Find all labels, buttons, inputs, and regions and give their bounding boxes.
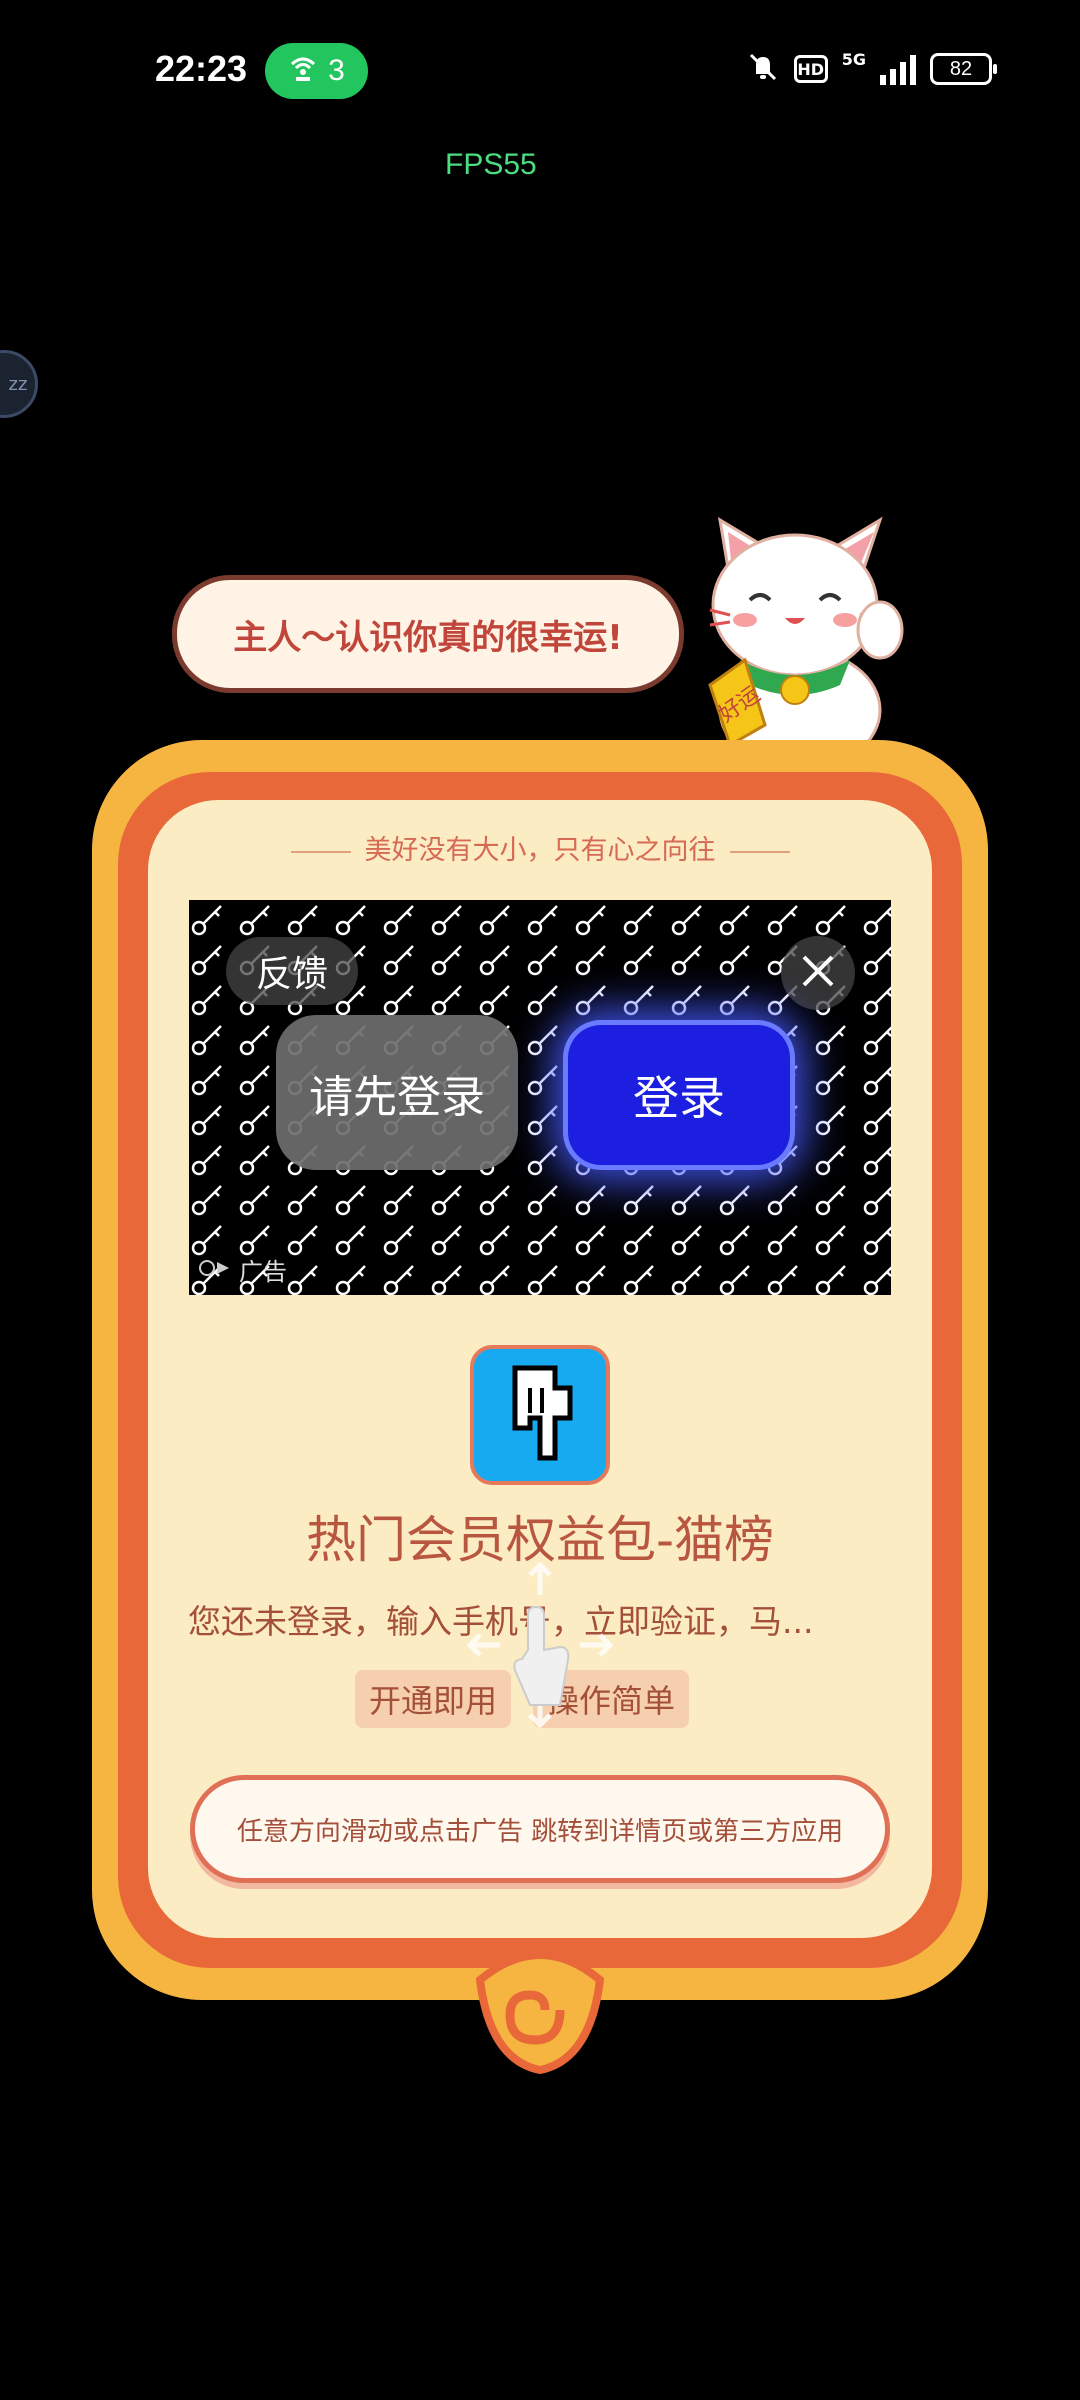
cta-text: 任意方向滑动或点击广告 跳转到详情页或第三方应用 [236,1816,844,1847]
app-icon[interactable] [470,1345,610,1485]
hotspot-count: 3 [328,54,345,87]
signal-icon [880,53,916,85]
floating-ball[interactable]: zz [0,350,38,418]
speech-bubble: 主人～认识你真的很幸运! [172,575,684,693]
battery-icon: 82 [930,53,997,85]
speech-bubble-text: 主人～认识你真的很幸运! [233,617,623,658]
floating-ball-label: zz [8,373,28,395]
hotspot-icon [288,52,318,90]
login-button[interactable]: 登录 [563,1020,795,1170]
pointing-hand-icon [495,1358,585,1472]
motto-label: 美好没有大小，只有心之向往 [364,835,716,866]
cta-button[interactable]: 任意方向滑动或点击广告 跳转到详情页或第三方应用 [190,1775,890,1883]
status-icons: HD 5G 82 [746,50,997,88]
close-icon [798,951,838,995]
feedback-label: 反馈 [255,954,328,995]
fps-counter: FPS55 [445,148,537,181]
swipe-gesture-icon [460,1555,620,1735]
ad-label: 广告 [199,1252,287,1287]
network-label: 5G [841,50,866,69]
hd-badge: HD [793,55,828,83]
ad-label-text: 广告 [239,1258,287,1286]
hotspot-indicator[interactable]: 3 [265,43,368,99]
mute-icon [746,50,780,88]
frame-ornament-icon [470,1940,610,2080]
login-hint: 请先登录 [276,1015,518,1170]
feedback-button[interactable]: 反馈 [226,937,358,1005]
status-time: 22:23 [155,48,248,89]
close-ad-button[interactable] [781,936,855,1010]
lucky-cat-image: 好运 [690,510,910,772]
motto-text: 美好没有大小，只有心之向往 [148,828,932,867]
ad-tag-icon [199,1256,233,1284]
ad-banner[interactable]: 反馈 请先登录 登录 广告 [189,900,891,1295]
login-button-label: 登录 [633,1071,725,1125]
battery-level: 82 [949,57,973,80]
login-hint-text: 请先登录 [309,1071,485,1123]
